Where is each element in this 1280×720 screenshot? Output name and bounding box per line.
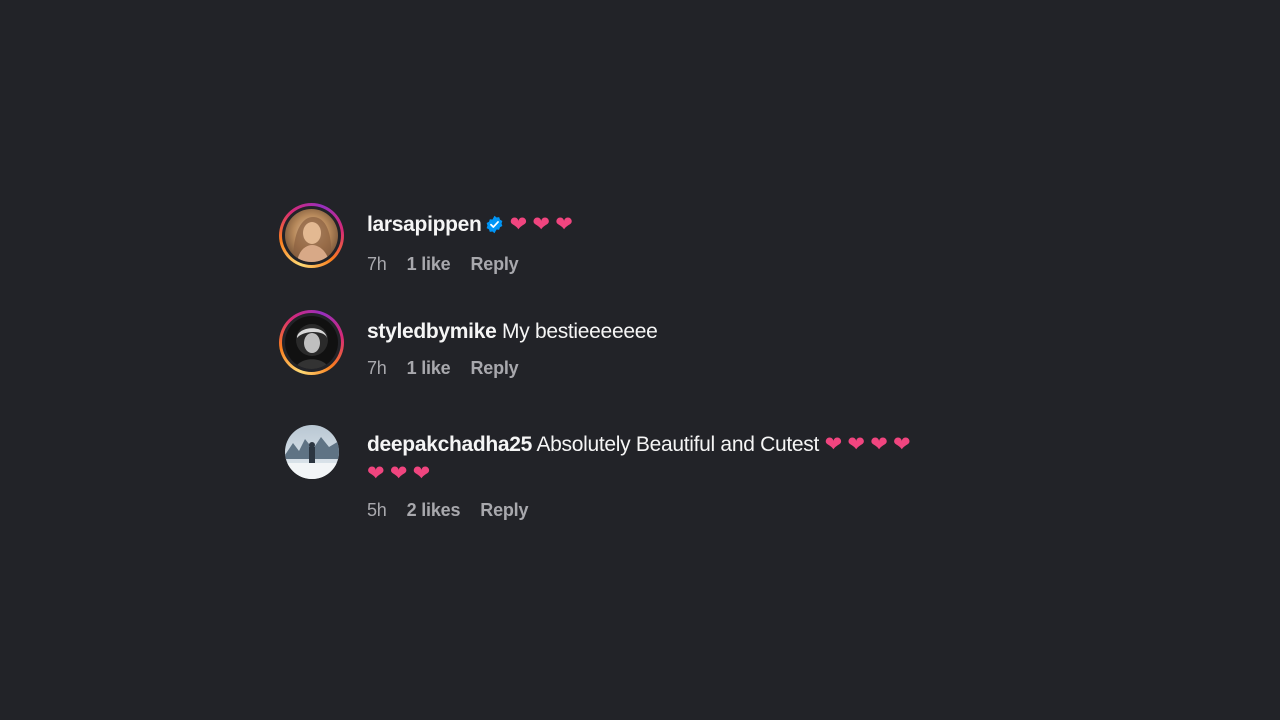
heart-emoji-icon: ❤ ❤ ❤ <box>509 213 573 236</box>
comment-likes[interactable]: 1 like <box>407 254 451 275</box>
comment-item: styledbymike My bestieeeeeee 7h 1 like R… <box>279 310 1039 423</box>
heart-emoji-icon: ❤ ❤ ❤ <box>367 462 430 485</box>
comments-list: larsapippen ❤ ❤ ❤ 7h 1 like Reply styled… <box>279 203 1039 533</box>
comment-time: 7h <box>367 254 387 274</box>
comment-username[interactable]: styledbymike <box>367 320 497 343</box>
comment-username[interactable]: larsapippen <box>367 213 482 236</box>
comment-time: 5h <box>367 500 387 520</box>
comment-likes[interactable]: 1 like <box>407 358 451 379</box>
comment-text: My bestieeeeeee <box>502 320 658 343</box>
comment-time: 7h <box>367 358 387 378</box>
comment-text: Absolutely Beautiful and Cutest <box>536 433 820 456</box>
comment-meta: 7h 1 like Reply <box>367 254 579 275</box>
avatar[interactable] <box>279 203 344 268</box>
comment-likes[interactable]: 2 likes <box>407 500 461 521</box>
heart-emoji-icon: ❤ ❤ ❤ ❤ <box>824 433 911 456</box>
comment-item: deepakchadha25 Absolutely Beautiful and … <box>279 423 1039 533</box>
avatar[interactable] <box>285 425 339 479</box>
avatar-photo <box>285 209 338 262</box>
reply-button[interactable]: Reply <box>480 500 528 521</box>
avatar[interactable] <box>279 310 344 375</box>
comment-item: larsapippen ❤ ❤ ❤ 7h 1 like Reply <box>279 203 1039 310</box>
verified-badge-icon <box>485 213 504 242</box>
reply-button[interactable]: Reply <box>470 254 518 275</box>
comment-meta: 7h 1 like Reply <box>367 358 657 379</box>
comment-meta: 5h 2 likes Reply <box>367 500 916 521</box>
comment-username[interactable]: deepakchadha25 <box>367 433 532 456</box>
reply-button[interactable]: Reply <box>470 358 518 379</box>
avatar-photo <box>285 316 338 369</box>
